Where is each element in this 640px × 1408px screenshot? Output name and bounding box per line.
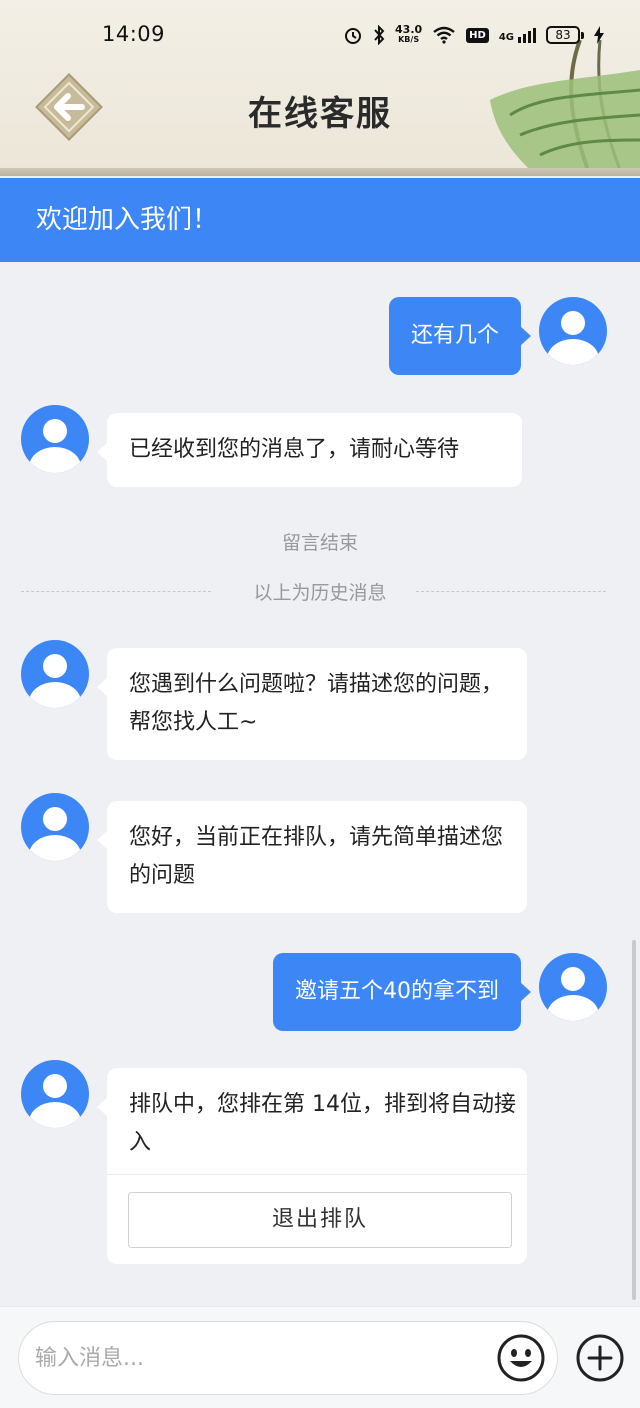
welcome-banner: 欢迎加入我们！ bbox=[0, 178, 640, 262]
agent-message[interactable]: 您好，当前正在排队，请先简单描述您的问题 bbox=[97, 801, 527, 913]
chat-area[interactable]: 还有几个 已经收到您的消息了，请耐心等待 留言结束 以上为历史消息 您遇到什么问… bbox=[0, 262, 640, 1306]
hd-badge: HD bbox=[466, 27, 489, 43]
page-title: 在线客服 bbox=[248, 94, 392, 134]
status-bar: 14:09 43.0 KB/S HD 4G 83 bbox=[0, 0, 640, 70]
chat-scrollbar[interactable] bbox=[632, 940, 636, 1300]
smiley-icon bbox=[497, 1334, 545, 1382]
agent-message[interactable]: 已经收到您的消息了，请耐心等待 bbox=[97, 413, 522, 487]
user-message[interactable]: 还有几个 bbox=[388, 297, 532, 375]
message-text: 邀请五个40的拿不到 bbox=[295, 979, 499, 1004]
card-divider bbox=[107, 1174, 527, 1175]
battery-icon: 83 bbox=[546, 26, 584, 44]
net-speed: 43.0 KB/S bbox=[395, 23, 423, 45]
agent-avatar bbox=[21, 640, 89, 708]
bluetooth-icon bbox=[374, 25, 385, 45]
emoji-button[interactable] bbox=[496, 1333, 546, 1383]
divider-right bbox=[416, 591, 606, 592]
alarm-icon bbox=[345, 28, 362, 44]
agent-avatar bbox=[21, 793, 89, 861]
quit-queue-button[interactable]: 退出排队 bbox=[128, 1192, 512, 1248]
queue-status-text: 排队中，您排在第 14位，排到将自动接入 bbox=[129, 1092, 516, 1155]
agent-avatar bbox=[21, 1060, 89, 1128]
user-avatar bbox=[539, 953, 607, 1021]
net-speed-value: 43.0 bbox=[395, 23, 423, 36]
user-message[interactable]: 邀请五个40的拿不到 bbox=[273, 953, 531, 1031]
message-composer bbox=[0, 1306, 640, 1408]
message-text: 您好，当前正在排队，请先简单描述您的问题 bbox=[129, 825, 504, 888]
session-end-note: 留言结束 bbox=[281, 532, 358, 554]
queue-status-card: 排队中，您排在第 14位，排到将自动接入 退出排队 bbox=[97, 1068, 527, 1264]
agent-avatar bbox=[21, 405, 89, 473]
net-speed-unit: KB/S bbox=[398, 35, 420, 44]
message-input[interactable] bbox=[18, 1321, 558, 1395]
header-divider bbox=[0, 168, 640, 176]
charging-icon bbox=[594, 26, 604, 44]
network-type: 4G bbox=[498, 31, 514, 43]
battery-level: 83 bbox=[555, 28, 571, 42]
status-time: 14:09 bbox=[102, 22, 166, 46]
message-text: 已经收到您的消息了，请耐心等待 bbox=[129, 437, 460, 462]
status-icons: 43.0 KB/S HD 4G 83 bbox=[343, 22, 604, 48]
app-header: 14:09 43.0 KB/S HD 4G 83 在线客服 bbox=[0, 0, 640, 176]
message-text: 还有几个 bbox=[410, 323, 499, 348]
add-attachment-button[interactable] bbox=[575, 1333, 625, 1383]
user-avatar bbox=[539, 297, 607, 365]
agent-message[interactable]: 您遇到什么问题啦？请描述您的问题，帮您找人工~ bbox=[97, 648, 527, 760]
message-text: 您遇到什么问题啦？请描述您的问题，帮您找人工~ bbox=[129, 672, 504, 735]
signal-icon: 4G bbox=[498, 27, 536, 43]
plus-circle-icon bbox=[576, 1334, 624, 1382]
wifi-icon bbox=[433, 26, 455, 44]
